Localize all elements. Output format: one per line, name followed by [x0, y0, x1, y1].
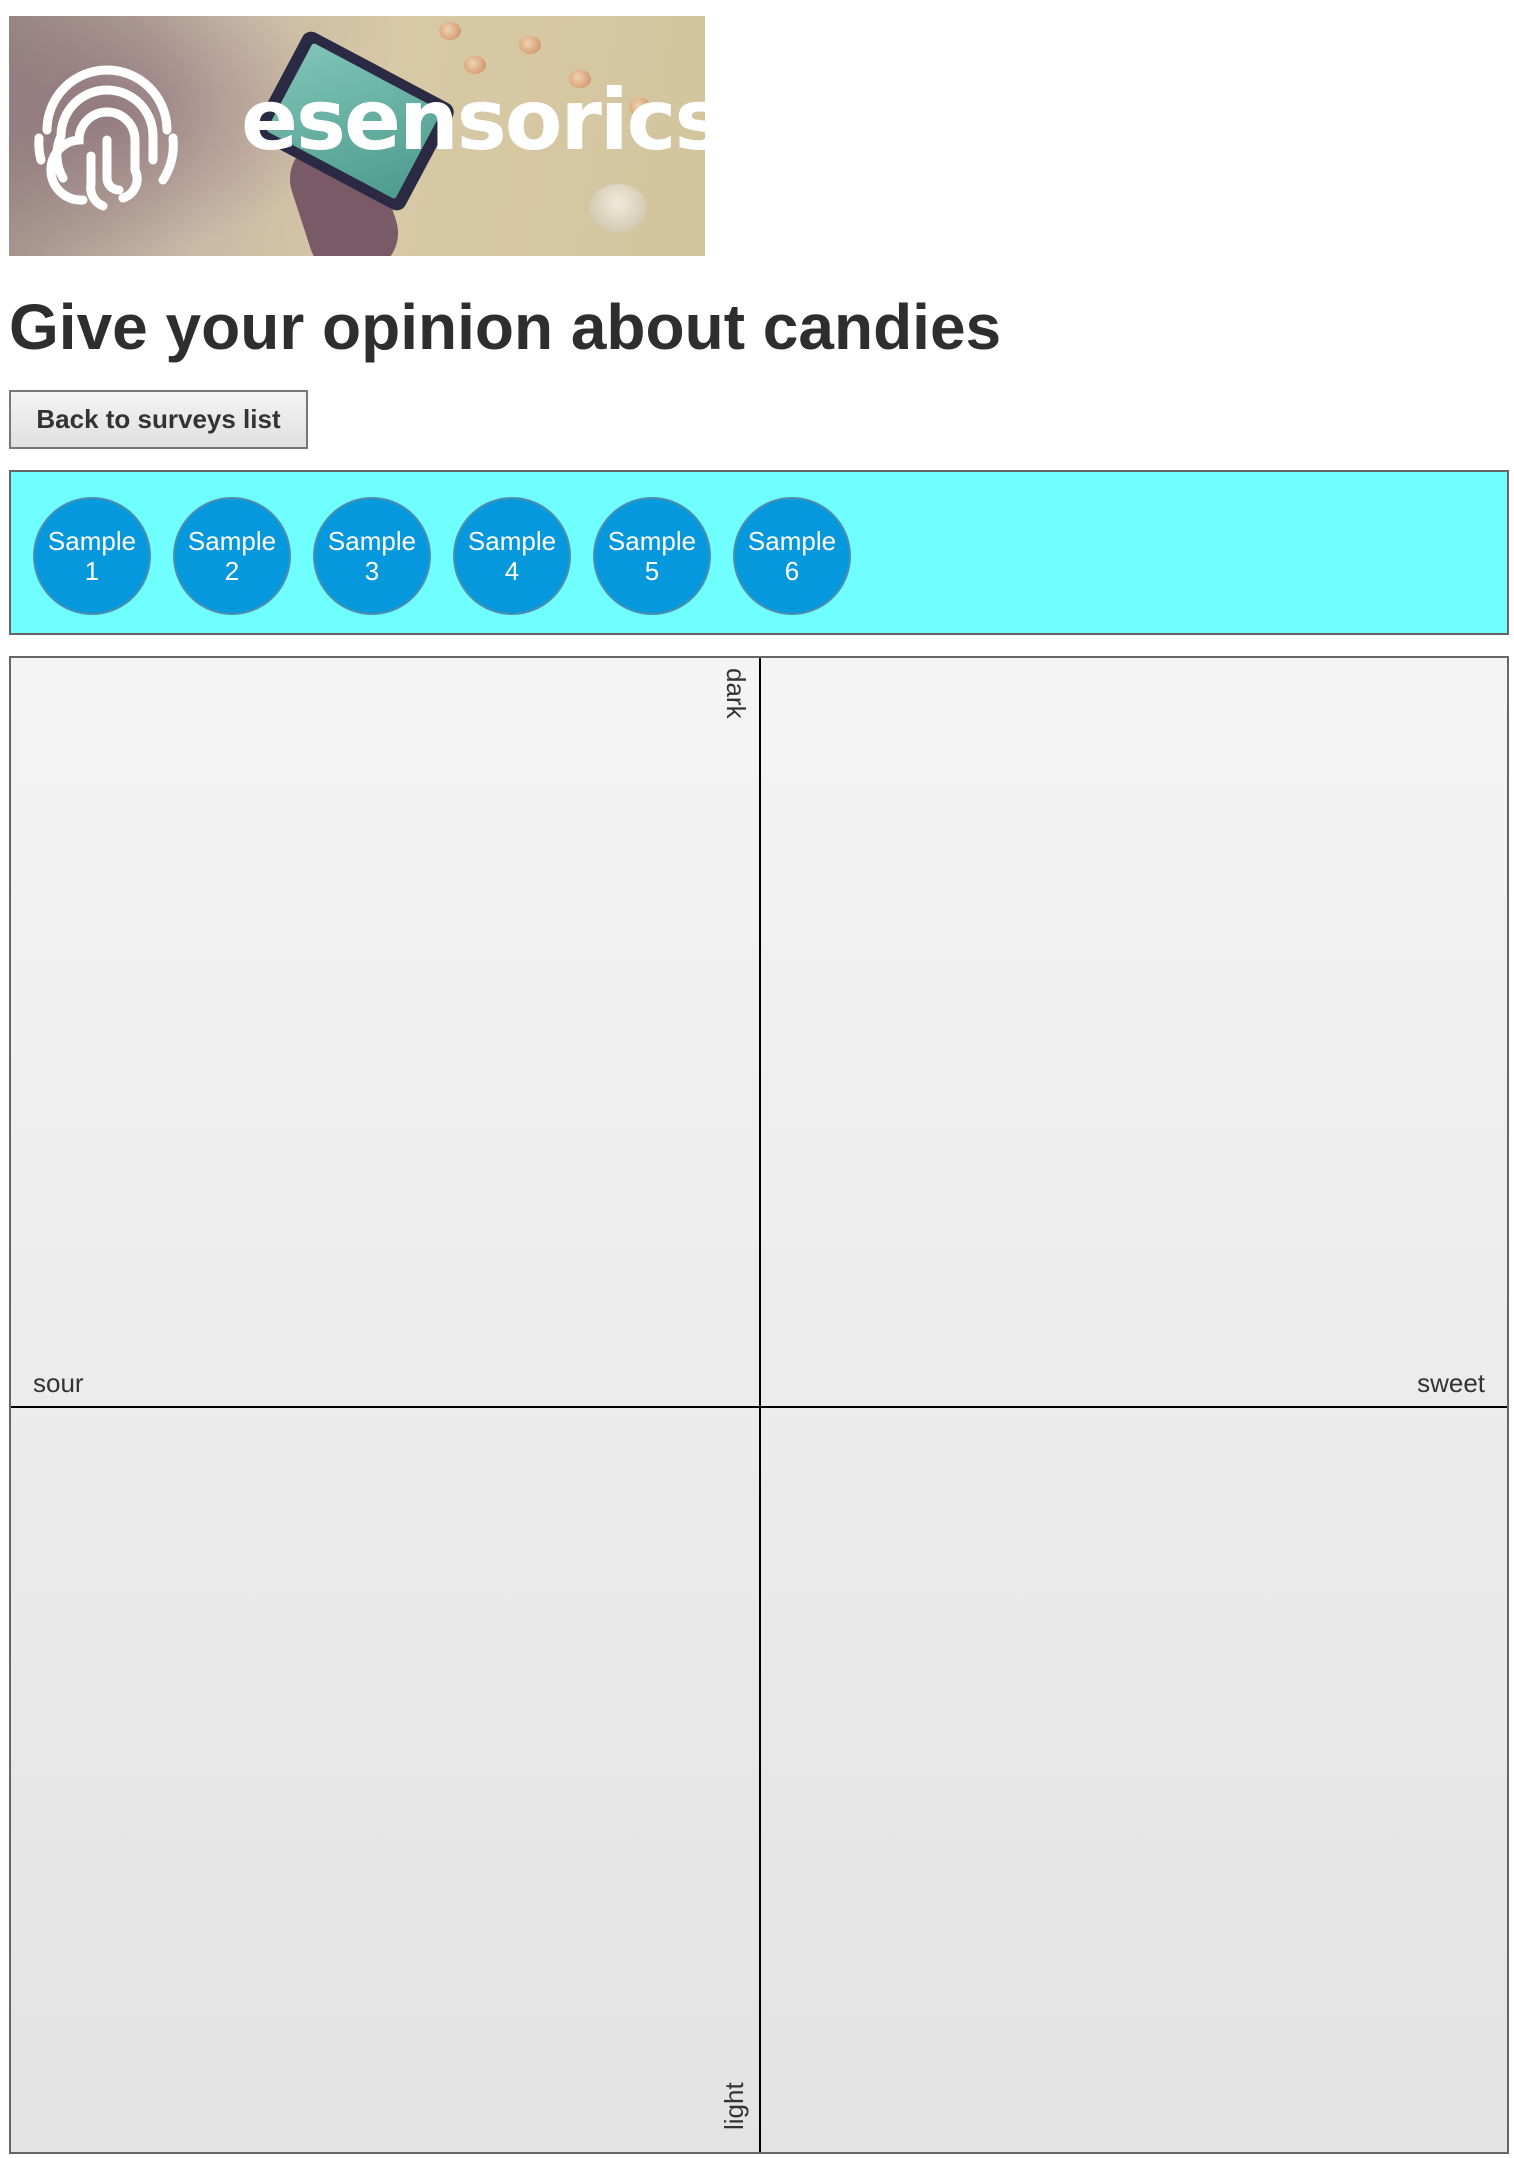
back-to-surveys-button[interactable]: Back to surveys list	[9, 390, 308, 449]
sample-number: 6	[784, 556, 800, 586]
sample-number: 3	[364, 556, 380, 586]
axis-label-sweet: sweet	[1417, 1368, 1485, 1398]
sample-5-button[interactable]: Sample 5	[593, 497, 711, 615]
axis-label-sour: sour	[33, 1368, 84, 1398]
banner-candy	[519, 36, 541, 54]
axis-label-dark: dark	[721, 668, 751, 719]
banner-candy	[439, 22, 461, 40]
sample-label: Sample	[47, 526, 137, 556]
sample-number: 5	[644, 556, 660, 586]
brand-banner: esensorics	[9, 16, 705, 256]
brand-wordmark: esensorics	[241, 71, 705, 169]
page-title: Give your opinion about candies	[9, 291, 1002, 363]
axis-label-light: light	[719, 2082, 749, 2130]
fingerprint-icon	[34, 65, 178, 211]
banner-cup	[589, 184, 647, 232]
sample-4-button[interactable]: Sample 4	[453, 497, 571, 615]
samples-panel: Sample 1 Sample 2 Sample 3 Sample 4 Samp…	[9, 470, 1509, 635]
vertical-axis	[759, 658, 761, 2152]
sample-label: Sample	[467, 526, 557, 556]
sample-3-button[interactable]: Sample 3	[313, 497, 431, 615]
sample-number: 4	[504, 556, 520, 586]
sample-2-button[interactable]: Sample 2	[173, 497, 291, 615]
sample-number: 1	[84, 556, 100, 586]
sample-label: Sample	[187, 526, 277, 556]
perception-map[interactable]: dark sour sweet light	[9, 656, 1509, 2154]
sample-6-button[interactable]: Sample 6	[733, 497, 851, 615]
horizontal-axis	[11, 1406, 1507, 1408]
sample-1-button[interactable]: Sample 1	[33, 497, 151, 615]
sample-label: Sample	[747, 526, 837, 556]
sample-number: 2	[224, 556, 240, 586]
sample-label: Sample	[607, 526, 697, 556]
sample-label: Sample	[327, 526, 417, 556]
